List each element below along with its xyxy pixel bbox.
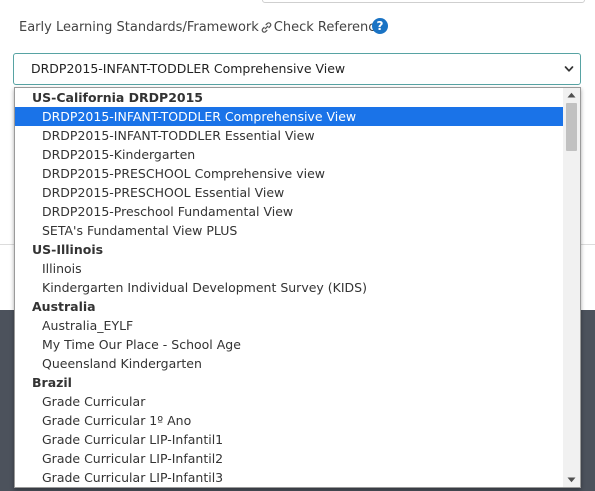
framework-field-label: Early Learning Standards/Framework xyxy=(19,19,259,35)
dropdown-option[interactable]: Grade Curricular xyxy=(15,392,564,411)
page: Early Learning Standards/Framework Check… xyxy=(0,0,595,491)
dropdown-option[interactable]: Grade Curricular LIP-Infantil1 xyxy=(15,430,564,449)
dropdown-option[interactable]: Grade Curricular 1º Ano xyxy=(15,411,564,430)
dropdown-option[interactable]: DRDP2015-Kindergarten xyxy=(15,145,564,164)
option-group-header: US-California DRDP2015 xyxy=(32,90,204,105)
option-group-header: Australia xyxy=(32,299,96,314)
option-group-header: US-Illinois xyxy=(32,242,104,257)
dropdown-option[interactable]: My Time Our Place - School Age xyxy=(15,335,564,354)
framework-field-label-row: Early Learning Standards/Framework Check… xyxy=(19,17,383,37)
scroll-thumb[interactable] xyxy=(566,103,577,151)
check-reference-link[interactable]: Check Reference xyxy=(274,20,384,35)
framework-dropdown-list[interactable]: US-California DRDP2015 DRDP2015-INFANT-TO… xyxy=(14,87,581,488)
dropdown-option[interactable]: DRDP2015-INFANT-TODDLER Comprehensive Vi… xyxy=(15,107,564,126)
framework-select[interactable]: DRDP2015-INFANT-TODDLER Comprehensive Vi… xyxy=(13,53,581,85)
dropdown-option[interactable]: Grade Curricular LIP-Infantil3 xyxy=(15,468,564,487)
dropdown-option[interactable]: Grade Curricular LIP-Infantil2 xyxy=(15,449,564,468)
dropdown-option[interactable]: Australia_EYLF xyxy=(15,316,564,335)
help-icon[interactable]: ? xyxy=(372,18,388,34)
framework-options: US-California DRDP2015 DRDP2015-INFANT-TO… xyxy=(15,88,564,487)
dropdown-option[interactable]: DRDP2015-Preschool Fundamental View xyxy=(15,202,564,221)
dropdown-option[interactable]: Kindergarten Individual Development Surv… xyxy=(15,278,564,297)
previous-field-input[interactable] xyxy=(262,0,585,3)
chevron-down-icon xyxy=(564,66,574,72)
link-icon[interactable] xyxy=(260,21,273,34)
dropdown-option[interactable]: DRDP2015-PRESCHOOL Essential View xyxy=(15,183,564,202)
dropdown-option[interactable]: DRDP2015-PRESCHOOL Comprehensive view xyxy=(15,164,564,183)
dropdown-option[interactable]: Illinois xyxy=(15,259,564,278)
framework-select-value: DRDP2015-INFANT-TODDLER Comprehensive Vi… xyxy=(31,61,346,76)
dropdown-scrollbar[interactable] xyxy=(563,88,580,487)
dropdown-option[interactable]: Queensland Kindergarten xyxy=(15,354,564,373)
dropdown-option[interactable]: SETA's Fundamental View PLUS xyxy=(15,221,564,240)
scroll-down-arrow-icon[interactable] xyxy=(567,477,576,483)
dropdown-option[interactable]: DRDP2015-INFANT-TODDLER Essential View xyxy=(15,126,564,145)
option-group-header: Brazil xyxy=(32,375,72,390)
scroll-up-arrow-icon[interactable] xyxy=(567,92,576,98)
